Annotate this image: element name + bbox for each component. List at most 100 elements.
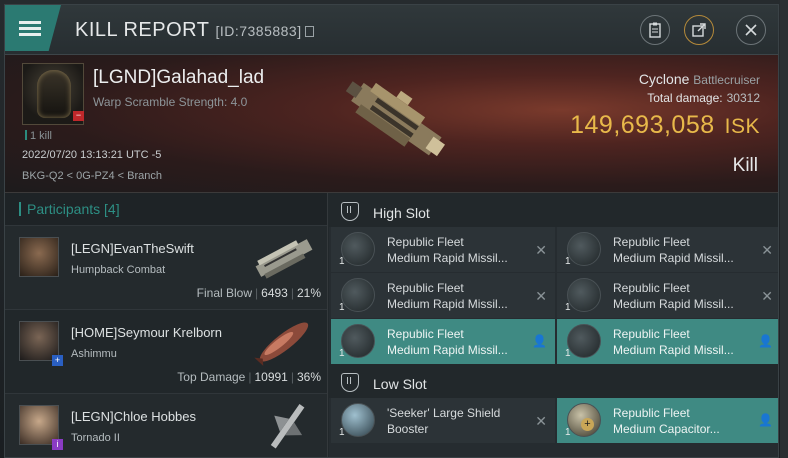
dropped-person-icon: 👤 [758,334,773,348]
item-name-line2: Medium Rapid Missil... [613,343,734,357]
participant-portrait[interactable] [19,237,59,277]
missile-launcher-icon [567,278,601,312]
item-name: Republic Fleet Medium Rapid Missil... [613,326,758,358]
missile-launcher-icon [567,324,601,358]
item-name-line1: Republic Fleet [387,327,464,341]
alliance-standing-icon: i [52,439,63,450]
hostile-standing-icon: − [73,111,84,121]
participant-stats: Final Blow | 6493 | 21% [196,286,321,300]
low-slot-grid: 1 'Seeker' Large Shield Booster ✕ + 1 Rep… [329,398,778,443]
share-button[interactable] [684,15,714,45]
close-icon [745,24,757,36]
item-quantity: 1 [339,348,345,359]
item-name: 'Seeker' Large Shield Booster [387,405,532,437]
low-slot-icon [341,373,359,392]
item-name: Republic Fleet Medium Rapid Missil... [387,234,532,266]
kill-report-window: KILL REPORT [ID:7385883] − [LGND]Galahad_… [4,4,779,458]
victim-banner: − [LGND]Galahad_lad Warp Scramble Streng… [5,55,778,193]
menu-icon [19,18,41,39]
item-name: Republic Fleet Medium Rapid Missil... [387,326,532,358]
kill-location[interactable]: BKG-Q2 < 0G-PZ4 < Branch [22,170,162,182]
isk-amount: 149,693,058 [570,111,715,139]
participant-row[interactable]: + [HOME]Seymour Krelborn Ashimmu Top Dam… [5,309,327,393]
destroyed-icon: ✕ [535,413,547,429]
kill-datetime: 2022/07/20 13:13:21 UTC -5 [22,149,162,161]
item-name-line2: Booster [387,422,429,436]
fitted-item[interactable]: 1 'Seeker' Large Shield Booster ✕ [331,398,555,443]
item-quantity: 1 [339,302,345,313]
item-name-line2: Medium Rapid Missil... [387,343,508,357]
item-quantity: 1 [339,256,345,267]
participant-ship-render[interactable] [249,234,319,282]
participant-name[interactable]: [HOME]Seymour Krelborn [71,325,222,340]
title-text: KILL REPORT [75,19,210,41]
participant-damage: 6493 [261,286,288,300]
participant-name[interactable]: [LEGN]Chloe Hobbes [71,409,196,424]
victim-name[interactable]: [LGND]Galahad_lad [93,67,264,89]
ship-name: Cyclone [638,71,690,87]
ship-class: Battlecruiser [693,73,760,87]
clipboard-button[interactable] [640,15,670,45]
participant-ship: Tornado II [71,432,120,444]
victim-ship[interactable]: Cyclone Battlecruiser [639,71,760,87]
participant-tag: Final Blow [196,286,253,300]
item-quantity: 1 [565,348,571,359]
fitted-item[interactable]: 1 Republic Fleet Medium Rapid Missil... 👤 [331,319,555,364]
copy-icon[interactable] [304,26,314,37]
participants-panel: Participants [4] [LEGN]EvanTheSwift Hump… [5,193,328,457]
fitted-item[interactable]: 1 Republic Fleet Medium Rapid Missil... ✕ [557,273,778,318]
destroyed-icon: ✕ [761,242,773,258]
participant-tag: Top Damage [177,370,246,384]
item-quantity: 1 [565,427,571,438]
participant-row[interactable]: [LEGN]EvanTheSwift Humpback Combat Final… [5,225,327,309]
missile-launcher-icon [341,324,375,358]
item-name-line2: Medium Rapid Missil... [387,251,508,265]
item-name-line1: Republic Fleet [387,235,464,249]
fitted-item[interactable]: 1 Republic Fleet Medium Rapid Missil... 👤 [557,319,778,364]
total-damage-value: 30312 [726,91,760,105]
low-slot-header: Low Slot [329,364,778,398]
participant-ship: Ashimmu [71,348,117,360]
kill-count: 1 kill [25,130,52,142]
close-button[interactable] [736,15,766,45]
background-edge [780,0,788,458]
high-slot-icon [341,202,359,221]
item-name-line2: Medium Rapid Missil... [387,297,508,311]
warp-scramble-strength: Warp Scramble Strength: 4.0 [93,95,248,109]
item-name-line1: Republic Fleet [387,281,464,295]
item-name-line2: Medium Rapid Missil... [613,297,734,311]
participant-ship-render[interactable] [249,402,319,450]
high-slot-header: High Slot [329,193,778,227]
isk-unit: ISK [724,115,760,138]
window-title: KILL REPORT [ID:7385883] [75,19,314,42]
share-icon [692,23,706,37]
fitted-item[interactable]: + 1 Republic Fleet Medium Capacitor... 👤 [557,398,778,443]
participant-row[interactable]: i [LEGN]Chloe Hobbes Tornado II [5,393,327,457]
isk-value: 149,693,058 ISK [570,111,760,140]
participant-name[interactable]: [LEGN]EvanTheSwift [71,241,194,256]
item-name-line1: Republic Fleet [613,327,690,341]
item-name-line1: Republic Fleet [613,406,690,420]
fitted-item[interactable]: 1 Republic Fleet Medium Rapid Missil... ✕ [331,273,555,318]
participant-stats: Top Damage | 10991 | 36% [177,370,321,384]
dropped-person-icon: 👤 [532,334,547,348]
participant-percent: 21% [296,286,321,300]
missile-launcher-icon [567,232,601,266]
participant-ship-render[interactable] [249,318,319,366]
menu-button[interactable] [5,5,61,51]
fitted-item[interactable]: 1 Republic Fleet Medium Rapid Missil... ✕ [557,227,778,272]
fitted-item[interactable]: 1 Republic Fleet Medium Rapid Missil... ✕ [331,227,555,272]
item-name-line1: 'Seeker' Large Shield [387,406,501,420]
item-name: Republic Fleet Medium Rapid Missil... [613,234,758,266]
item-name: Republic Fleet Medium Rapid Missil... [387,280,532,312]
item-name-line2: Medium Rapid Missil... [613,251,734,265]
missile-launcher-icon [341,232,375,266]
total-damage-label: Total damage: [647,91,723,105]
item-name-line2: Medium Capacitor... [613,422,720,436]
participants-header[interactable]: Participants [4] [5,193,327,225]
participant-damage: 10991 [254,370,288,384]
kill-result: Kill [732,155,758,176]
destroyed-icon: ✕ [535,242,547,258]
high-slot-grid: 1 Republic Fleet Medium Rapid Missil... ✕… [329,227,778,364]
victim-ship-render[interactable] [327,61,457,181]
